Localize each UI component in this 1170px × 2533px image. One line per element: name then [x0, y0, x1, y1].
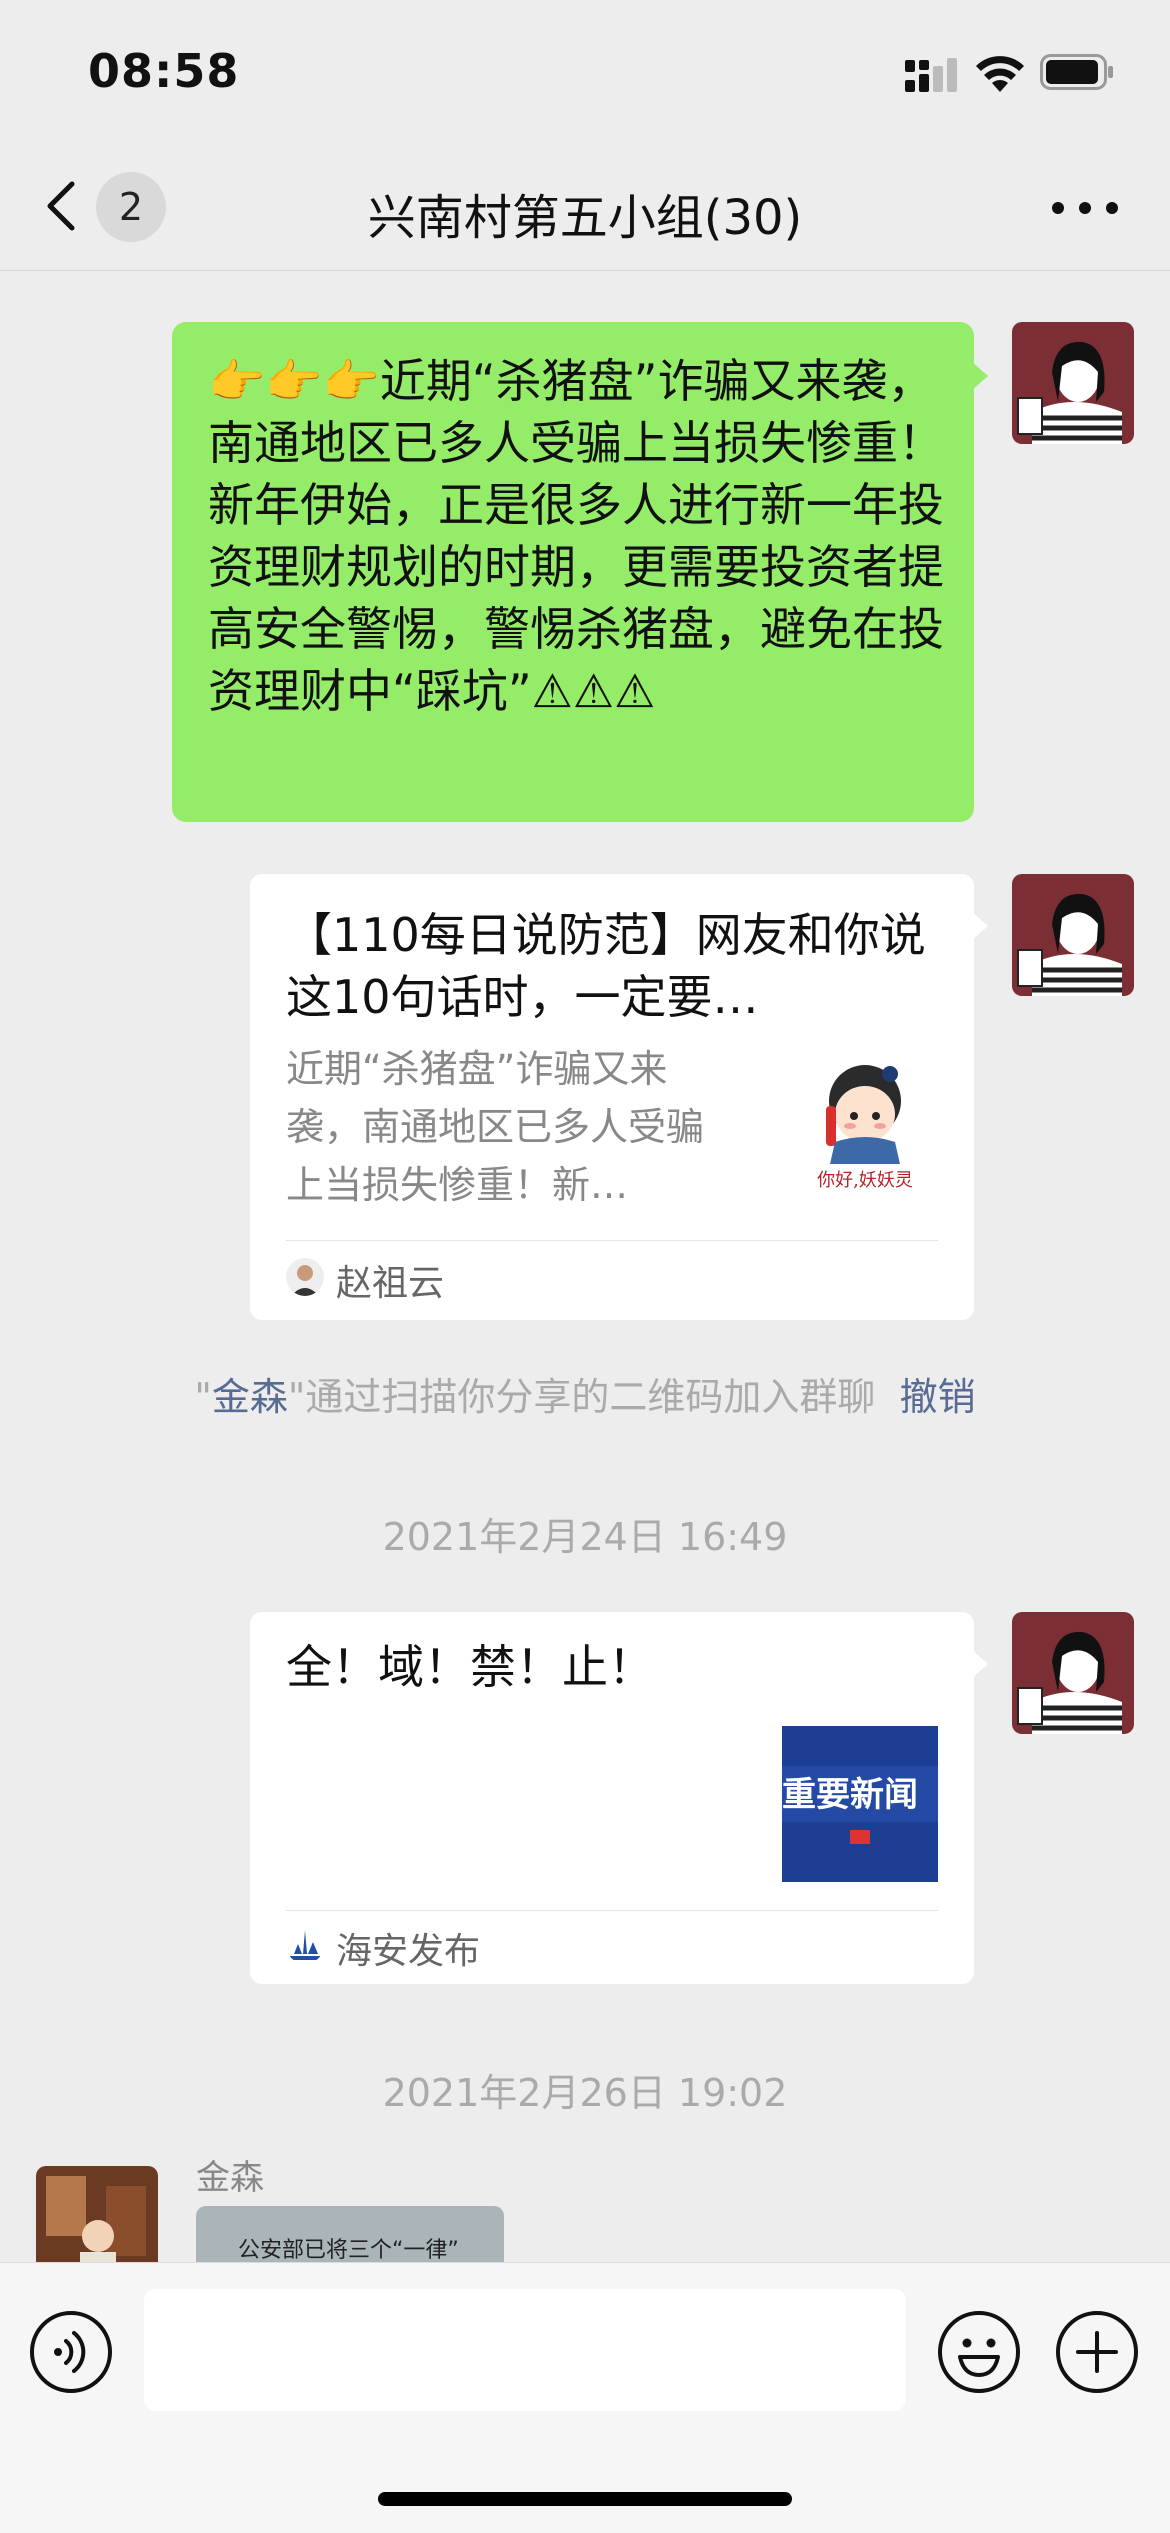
joined-member-name[interactable]: 金森	[212, 1375, 288, 1419]
avatar-image	[1012, 874, 1134, 996]
quote-mark: "	[194, 1375, 212, 1419]
member-avatar[interactable]	[36, 2166, 158, 2262]
article-source: 赵祖云	[336, 1263, 445, 1304]
avatar-image	[36, 2166, 158, 2262]
thumbnail-text: 重要新闻	[782, 1775, 918, 1815]
thumbnail-caption: 你好,妖妖灵	[817, 1170, 913, 1191]
article-title: 全！域！禁！止！	[286, 1640, 654, 1694]
news-thumbnail: 重要新闻	[782, 1726, 938, 1882]
my-avatar[interactable]	[1012, 874, 1134, 996]
source-avatar-icon	[286, 1258, 324, 1296]
bubble-tail	[972, 1650, 988, 1678]
status-bar: 08:58	[0, 0, 1170, 150]
join-notice-text: "通过扫描你分享的二维码加入群聊	[287, 1375, 876, 1419]
shared-article-card[interactable]: 【110每日说防范】网友和你说这10句话时，一定要… 近期“杀猪盘”诈骗又来袭，…	[250, 874, 988, 1320]
more-options-icon[interactable]	[1050, 200, 1120, 216]
source-logo-icon	[286, 1926, 324, 1964]
shared-card-preview[interactable]: 公安部已将三个“一律”	[196, 2206, 504, 2266]
status-time: 08:58	[88, 44, 240, 98]
timestamp: 2021年2月26日 19:02	[382, 2071, 788, 2115]
system-join-notice: "金森"通过扫描你分享的二维码加入群聊 撤销	[0, 1366, 1170, 1421]
battery-icon	[1040, 54, 1113, 90]
article-source: 海安发布	[336, 1931, 481, 1972]
avatar-image	[1012, 322, 1134, 444]
message-bubble-text[interactable]: 👉👉👉近期“杀猪盘”诈骗又来袭，南通地区已多人受骗上当损失惨重！新年伊始，正是很…	[172, 322, 988, 822]
shared-article-card[interactable]: 全！域！禁！止！ 重要新闻 海安发布	[250, 1612, 988, 1984]
avatar-image	[1012, 1612, 1134, 1734]
wifi-icon	[976, 56, 1024, 92]
add-more-icon[interactable]	[1054, 2309, 1140, 2395]
bubble-tail	[972, 362, 988, 390]
cellular-signal-icon	[905, 58, 957, 92]
chat-header: 2 兴南村第五小组(30)	[0, 150, 1170, 271]
article-thumbnail: 你好,妖妖灵	[790, 1046, 940, 1196]
card-divider	[286, 1240, 938, 1241]
voice-input-icon[interactable]	[28, 2309, 114, 2395]
timestamp: 2021年2月24日 16:49	[382, 1515, 788, 1559]
my-avatar[interactable]	[1012, 322, 1134, 444]
article-title: 【110每日说防范】网友和你说这10句话时，一定要…	[286, 908, 926, 1024]
bubble-tail	[972, 912, 988, 940]
message-input[interactable]	[144, 2289, 906, 2411]
message-text: 👉👉👉近期“杀猪盘”诈骗又来袭，南通地区已多人受骗上当损失惨重！新年伊始，正是很…	[208, 354, 944, 718]
home-indicator[interactable]	[378, 2492, 792, 2506]
sender-name: 金森	[196, 2158, 264, 2198]
article-description: 近期“杀猪盘”诈骗又来袭，南通地区已多人受骗上当损失惨重！新…	[286, 1047, 705, 1207]
emoji-icon[interactable]	[936, 2309, 1022, 2395]
my-avatar[interactable]	[1012, 1612, 1134, 1734]
revoke-link[interactable]: 撤销	[900, 1375, 976, 1419]
chat-title: 兴南村第五小组(30)	[367, 190, 803, 246]
card-preview-text: 公安部已将三个“一律”	[238, 2238, 459, 2263]
card-divider	[286, 1910, 938, 1911]
